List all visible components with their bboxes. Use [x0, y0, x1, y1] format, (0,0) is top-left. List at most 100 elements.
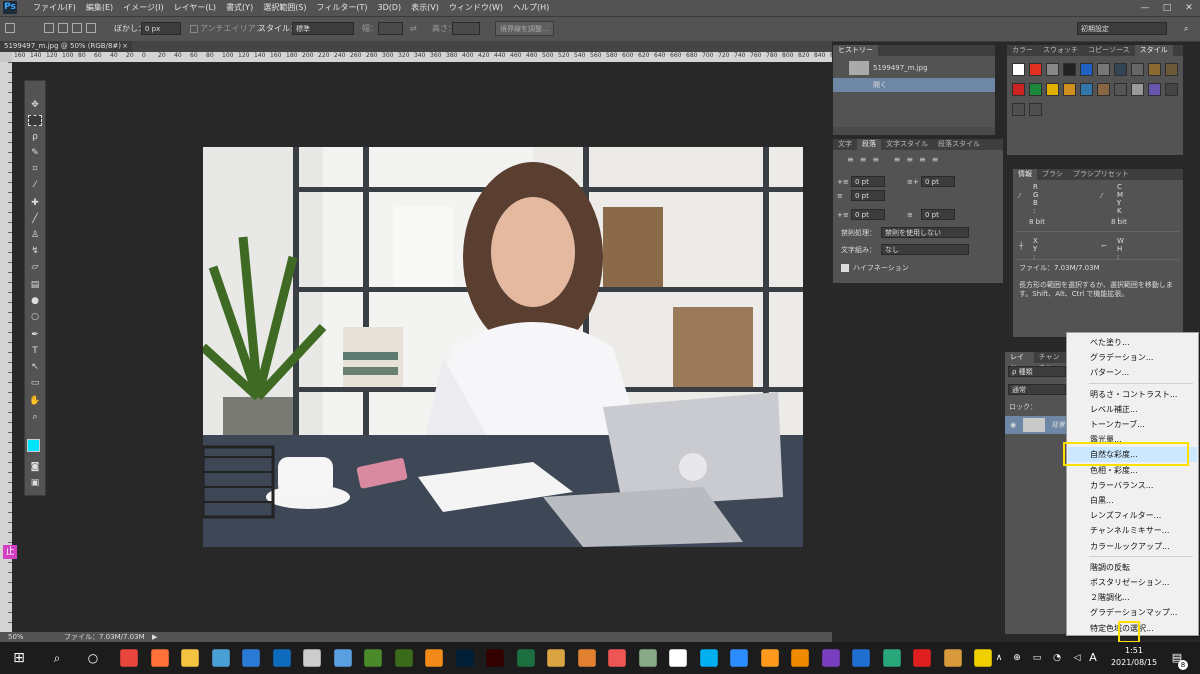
excel-icon[interactable]	[516, 649, 535, 667]
menu-item-adjustment[interactable]: 明るさ・コントラスト...	[1068, 387, 1197, 402]
zoom-tool-icon[interactable]: ⌕	[28, 411, 42, 423]
dodge-tool-icon[interactable]: ○	[28, 311, 42, 323]
close-icon[interactable]: ×	[122, 41, 128, 52]
quick-select-tool-icon[interactable]: ✎	[28, 147, 42, 159]
visibility-eye-icon[interactable]: ◉	[1010, 420, 1016, 430]
intersect-selection-icon[interactable]	[86, 23, 96, 33]
clone-stamp-icon[interactable]: ♙	[28, 229, 42, 241]
butterfly-icon[interactable]	[577, 649, 596, 667]
pet-icon[interactable]	[943, 649, 962, 667]
menu-item-adjustment[interactable]: 階調の反転	[1068, 560, 1197, 575]
clock[interactable]: 1:51 2021/08/15	[1106, 645, 1162, 669]
style-select[interactable]: 標準	[292, 22, 354, 35]
lasso-tool-icon[interactable]: ρ	[28, 131, 42, 143]
battery-icon[interactable]: ▭	[1026, 647, 1048, 669]
photos-icon[interactable]	[242, 649, 260, 667]
menu-item-adjustment[interactable]: チャンネルミキサー...	[1068, 523, 1197, 538]
minimize-icon[interactable]: —	[1134, 0, 1156, 16]
search-icon[interactable]: ⌕	[1184, 22, 1188, 36]
swap-icon[interactable]: ⇄	[410, 22, 417, 36]
tab-info-2[interactable]: ブラシプリセット	[1068, 169, 1134, 180]
menu-item-adjustment[interactable]: レベル補正...	[1068, 402, 1197, 417]
style-swatch[interactable]	[1012, 103, 1025, 116]
style-swatch[interactable]	[1012, 63, 1025, 76]
space-after-input[interactable]: 0 pt	[921, 209, 955, 220]
menu-item[interactable]: フィルター(T)	[312, 0, 373, 16]
hyphenation-checkbox[interactable]	[841, 264, 849, 272]
tab-layers-0[interactable]: レイヤー	[1005, 352, 1034, 372]
tab-paragraph-2[interactable]: 文字スタイル	[881, 139, 933, 150]
move-tool-icon[interactable]: ✥	[28, 99, 42, 111]
width-input[interactable]	[378, 22, 403, 35]
healing-brush-icon[interactable]: ✚	[28, 197, 42, 209]
menu-item-adjustment[interactable]: レンズフィルター...	[1068, 508, 1197, 523]
style-swatch[interactable]	[1097, 83, 1110, 96]
rect-marquee-tool-icon[interactable]	[28, 115, 42, 126]
blur-tool-icon[interactable]: ●	[28, 295, 42, 307]
tab-layers-1[interactable]: チャンネル	[1034, 352, 1067, 372]
gradient-tool-icon[interactable]: ▤	[28, 279, 42, 291]
menu-item-adjustment[interactable]: グラデーション...	[1068, 350, 1197, 365]
layer-filter-select[interactable]: ρ 種類	[1008, 366, 1066, 377]
foreground-color-swatch[interactable]	[27, 439, 40, 452]
tray-network-icon[interactable]: ⊕	[1006, 647, 1028, 669]
app-blue-icon[interactable]	[211, 649, 230, 667]
style-swatch[interactable]	[1080, 83, 1093, 96]
style-swatch[interactable]	[1046, 63, 1059, 76]
pencil-icon[interactable]	[547, 649, 565, 667]
menu-item[interactable]: ウィンドウ(W)	[444, 0, 508, 16]
photoshop-icon[interactable]	[455, 649, 474, 667]
menu-item[interactable]: イメージ(I)	[118, 0, 168, 16]
screen-mode-icon[interactable]: ▣	[28, 477, 42, 489]
task-view-icon[interactable]: ○	[82, 647, 104, 669]
wifi-icon[interactable]: ◔	[1046, 647, 1068, 669]
menu-item-adjustment[interactable]: グラデーションマップ...	[1068, 605, 1197, 620]
path-select-icon[interactable]: ↖	[28, 361, 42, 373]
hand-tool-icon[interactable]: ✋	[28, 395, 42, 407]
history-state-row[interactable]: 開く	[833, 78, 995, 92]
document-tab[interactable]: 5199497_m.jpg @ 50% (RGB/8#) ×	[0, 41, 132, 52]
menu-item-adjustment[interactable]: ２階調化...	[1068, 590, 1197, 605]
align-buttons-icon[interactable]: ≡≡≡ ≡≡≡≡	[847, 155, 997, 165]
brush-tool-icon[interactable]: ╱	[28, 213, 42, 225]
7zip-icon[interactable]	[669, 649, 687, 667]
close-window-icon[interactable]: ✕	[1178, 0, 1200, 16]
search-icon[interactable]: ⌕	[46, 647, 68, 669]
shape-tool-icon[interactable]: ▭	[28, 377, 42, 389]
menu-item-adjustment[interactable]: 白黒...	[1068, 493, 1197, 508]
paint-icon[interactable]	[608, 649, 626, 667]
style-swatch[interactable]	[1063, 63, 1076, 76]
crop-tool-icon[interactable]: ⌗	[28, 163, 42, 175]
menu-item-adjustment[interactable]: トーンカーブ...	[1068, 417, 1197, 432]
menu-item[interactable]: 書式(Y)	[221, 0, 258, 16]
vlc-icon[interactable]	[791, 649, 809, 667]
menu-item[interactable]: レイヤー(L)	[169, 0, 221, 16]
sublime-icon[interactable]	[425, 649, 443, 667]
style-swatch[interactable]	[1114, 63, 1127, 76]
style-swatch[interactable]	[1148, 63, 1161, 76]
history-brush-icon[interactable]: ↯	[28, 245, 42, 257]
style-swatch[interactable]	[1029, 63, 1042, 76]
blend-mode-select[interactable]: 通常	[1008, 384, 1066, 395]
menu-item-adjustment[interactable]: べた塗り...	[1068, 335, 1197, 350]
illustrator-icon[interactable]	[486, 649, 504, 667]
tab-paragraph-3[interactable]: 段落スタイル	[933, 139, 985, 150]
style-swatch[interactable]	[1148, 83, 1161, 96]
indent-first-input[interactable]: 0 pt	[851, 190, 885, 201]
style-swatch[interactable]	[1012, 83, 1025, 96]
refine-edge-button[interactable]: 境界線を調整...	[495, 21, 554, 36]
history-snapshot-name[interactable]: 5199497_m.jpg	[873, 63, 928, 73]
quick-mask-icon[interactable]: ◙	[28, 461, 42, 473]
music-icon[interactable]	[852, 649, 870, 667]
app-green-icon[interactable]	[364, 649, 382, 667]
workspace-select[interactable]: 初期設定	[1077, 22, 1167, 35]
style-swatch[interactable]	[1165, 63, 1178, 76]
style-swatch[interactable]	[1046, 83, 1059, 96]
zoom-level[interactable]: 50%	[8, 632, 24, 642]
tab-swatches-3[interactable]: スタイル	[1134, 45, 1173, 56]
style-swatch[interactable]	[1131, 83, 1144, 96]
style-swatch[interactable]	[1029, 83, 1042, 96]
tab-paragraph-0[interactable]: 文字	[833, 139, 857, 150]
tab-swatches-0[interactable]: カラー	[1007, 45, 1038, 56]
settings-icon[interactable]	[303, 649, 321, 667]
